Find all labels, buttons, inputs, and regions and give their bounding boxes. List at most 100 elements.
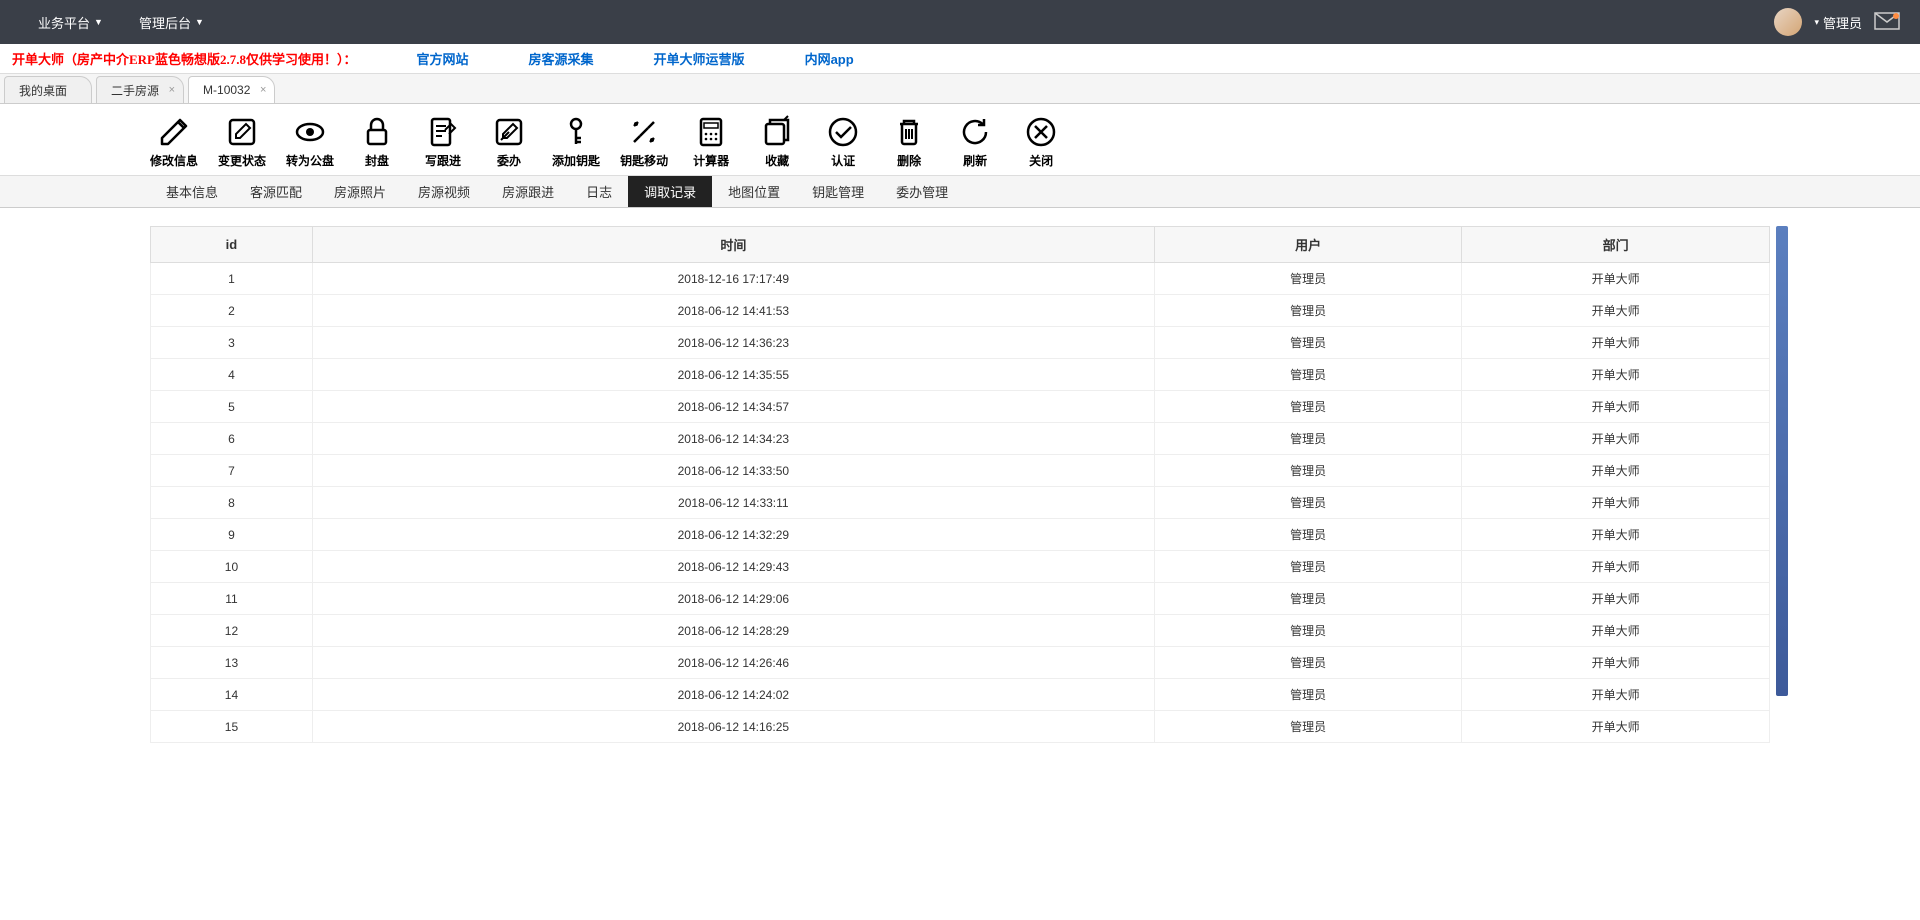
table-header-2: 用户	[1154, 227, 1462, 263]
subtab-0[interactable]: 基本信息	[150, 176, 234, 207]
nav-menu-business[interactable]: 业务平台 ▼	[20, 0, 121, 44]
close-icon[interactable]: ×	[169, 84, 175, 96]
announce-link-collect[interactable]: 房客源采集	[529, 49, 594, 68]
nav-menu-label: 业务平台	[38, 13, 90, 32]
tool-label: 添加钥匙	[552, 152, 600, 169]
cell-dept: 开单大师	[1462, 327, 1770, 359]
cell-time: 2018-06-12 14:29:06	[312, 583, 1154, 615]
cell-id: 13	[151, 647, 313, 679]
cell-id: 2	[151, 295, 313, 327]
seal-button[interactable]: 封盘	[354, 114, 400, 169]
table-row[interactable]: 122018-06-12 14:28:29管理员开单大师	[151, 615, 1770, 647]
verify-button[interactable]: 认证	[820, 114, 866, 169]
table-row[interactable]: 142018-06-12 14:24:02管理员开单大师	[151, 679, 1770, 711]
cell-dept: 开单大师	[1462, 423, 1770, 455]
table-header-0: id	[151, 227, 313, 263]
announce-bar: 开单大师（房产中介ERP蓝色畅想版2.7.8仅供学习使用！）： 官方网站 房客源…	[0, 44, 1920, 74]
cell-time: 2018-06-12 14:36:23	[312, 327, 1154, 359]
subtab-8[interactable]: 钥匙管理	[796, 176, 880, 207]
table-row[interactable]: 32018-06-12 14:36:23管理员开单大师	[151, 327, 1770, 359]
favorite-button[interactable]: 收藏	[754, 114, 800, 169]
table-row[interactable]: 62018-06-12 14:34:23管理员开单大师	[151, 423, 1770, 455]
calculator-icon	[693, 114, 729, 150]
announce-link-official[interactable]: 官方网站	[417, 49, 469, 68]
table-row[interactable]: 92018-06-12 14:32:29管理员开单大师	[151, 519, 1770, 551]
mail-icon[interactable]	[1874, 12, 1900, 33]
content-area: id时间用户部门 12018-12-16 17:17:49管理员开单大师2201…	[0, 208, 1920, 743]
write-followup-icon	[425, 114, 461, 150]
cell-dept: 开单大师	[1462, 583, 1770, 615]
subtab-4[interactable]: 房源跟进	[486, 176, 570, 207]
cell-dept: 开单大师	[1462, 455, 1770, 487]
change-status-button[interactable]: 变更状态	[218, 114, 266, 169]
table-header-1: 时间	[312, 227, 1154, 263]
subtab-3[interactable]: 房源视频	[402, 176, 486, 207]
table-row[interactable]: 42018-06-12 14:35:55管理员开单大师	[151, 359, 1770, 391]
cell-id: 11	[151, 583, 313, 615]
subtab-7[interactable]: 地图位置	[712, 176, 796, 207]
table-row[interactable]: 82018-06-12 14:33:11管理员开单大师	[151, 487, 1770, 519]
document-tabs-bar: 我的桌面 二手房源×M-10032×	[0, 74, 1920, 104]
tool-label: 计算器	[693, 152, 729, 169]
cell-user: 管理员	[1154, 391, 1462, 423]
close-button[interactable]: 关闭	[1018, 114, 1064, 169]
cell-id: 12	[151, 615, 313, 647]
announce-link-intranet[interactable]: 内网app	[805, 49, 854, 68]
delegate-button[interactable]: 委办	[486, 114, 532, 169]
doc-tab-1[interactable]: 二手房源×	[96, 76, 184, 103]
doc-tab-2[interactable]: M-10032×	[188, 76, 275, 103]
announce-link-ops[interactable]: 开单大师运营版	[654, 49, 745, 68]
scrollbar[interactable]	[1776, 226, 1788, 696]
refresh-button[interactable]: 刷新	[952, 114, 998, 169]
cell-time: 2018-06-12 14:34:57	[312, 391, 1154, 423]
table-row[interactable]: 152018-06-12 14:16:25管理员开单大师	[151, 711, 1770, 743]
cell-dept: 开单大师	[1462, 647, 1770, 679]
subtab-5[interactable]: 日志	[570, 176, 628, 207]
cell-time: 2018-06-12 14:24:02	[312, 679, 1154, 711]
cell-user: 管理员	[1154, 423, 1462, 455]
cell-time: 2018-06-12 14:26:46	[312, 647, 1154, 679]
subtab-6[interactable]: 调取记录	[628, 176, 712, 207]
cell-user: 管理员	[1154, 487, 1462, 519]
key-move-button[interactable]: 钥匙移动	[620, 114, 668, 169]
cell-dept: 开单大师	[1462, 711, 1770, 743]
close-icon[interactable]: ×	[260, 84, 266, 96]
doc-tab-0[interactable]: 我的桌面	[4, 76, 92, 103]
action-toolbar: 修改信息变更状态转为公盘封盘 写跟进委办添加钥匙 钥匙移动计算器 收藏 认证 删除 刷新关闭	[0, 104, 1920, 176]
avatar[interactable]	[1774, 8, 1802, 36]
seal-icon	[359, 114, 395, 150]
announce-title: 开单大师（房产中介ERP蓝色畅想版2.7.8仅供学习使用！）：	[12, 49, 357, 68]
table-row[interactable]: 72018-06-12 14:33:50管理员开单大师	[151, 455, 1770, 487]
records-table: id时间用户部门 12018-12-16 17:17:49管理员开单大师2201…	[150, 226, 1770, 743]
user-menu[interactable]: ▾ 管理员	[1814, 13, 1862, 32]
tool-label: 封盘	[365, 152, 389, 169]
calculator-button[interactable]: 计算器	[688, 114, 734, 169]
table-row[interactable]: 22018-06-12 14:41:53管理员开单大师	[151, 295, 1770, 327]
add-key-button[interactable]: 添加钥匙	[552, 114, 600, 169]
delete-button[interactable]: 删除	[886, 114, 932, 169]
close-icon	[1023, 114, 1059, 150]
write-followup-button[interactable]: 写跟进	[420, 114, 466, 169]
edit-info-button[interactable]: 修改信息	[150, 114, 198, 169]
subtab-2[interactable]: 房源照片	[318, 176, 402, 207]
top-navbar: 业务平台 ▼ 管理后台 ▼ ▾ 管理员	[0, 0, 1920, 44]
tool-label: 收藏	[765, 152, 789, 169]
table-row[interactable]: 52018-06-12 14:34:57管理员开单大师	[151, 391, 1770, 423]
cell-user: 管理员	[1154, 359, 1462, 391]
doc-tab-label: 我的桌面	[19, 82, 67, 99]
nav-menu-admin[interactable]: 管理后台 ▼	[121, 0, 222, 44]
table-row[interactable]: 102018-06-12 14:29:43管理员开单大师	[151, 551, 1770, 583]
cell-user: 管理员	[1154, 263, 1462, 295]
to-public-button[interactable]: 转为公盘	[286, 114, 334, 169]
tool-label: 认证	[831, 152, 855, 169]
cell-user: 管理员	[1154, 551, 1462, 583]
cell-dept: 开单大师	[1462, 263, 1770, 295]
table-row[interactable]: 132018-06-12 14:26:46管理员开单大师	[151, 647, 1770, 679]
key-move-icon	[626, 114, 662, 150]
cell-user: 管理员	[1154, 647, 1462, 679]
tool-label: 删除	[897, 152, 921, 169]
table-row[interactable]: 112018-06-12 14:29:06管理员开单大师	[151, 583, 1770, 615]
subtab-9[interactable]: 委办管理	[880, 176, 964, 207]
table-row[interactable]: 12018-12-16 17:17:49管理员开单大师	[151, 263, 1770, 295]
subtab-1[interactable]: 客源匹配	[234, 176, 318, 207]
